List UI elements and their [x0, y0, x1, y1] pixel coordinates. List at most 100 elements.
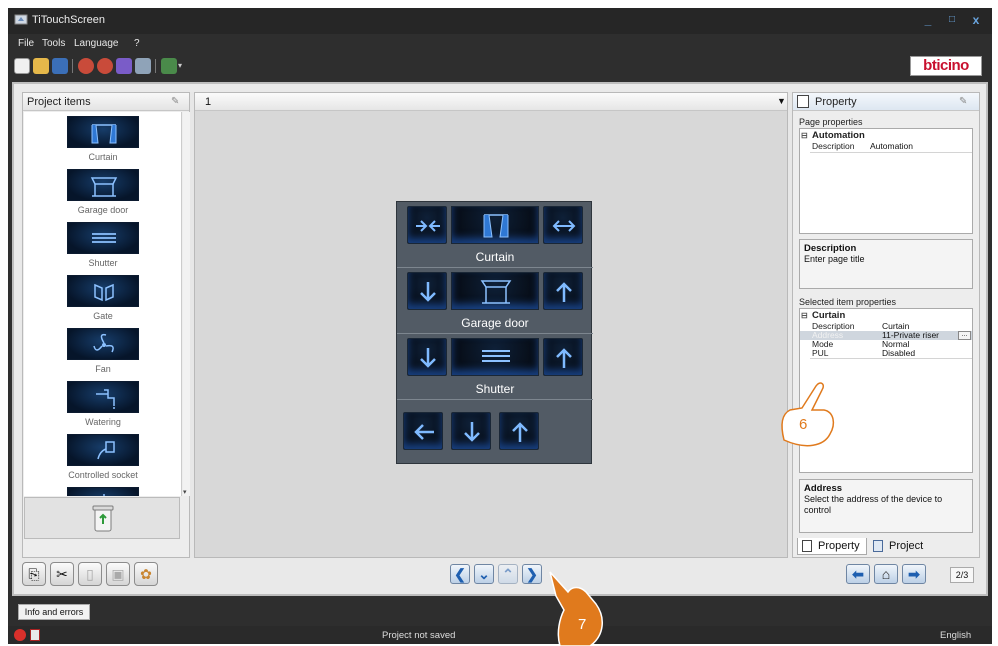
tools-icon[interactable]	[116, 58, 132, 74]
device-up-button[interactable]	[499, 412, 539, 450]
page-number: 1	[205, 96, 212, 108]
tab-label: Property	[818, 540, 860, 552]
warning-icon[interactable]	[30, 629, 40, 641]
menu-help[interactable]: ?	[134, 38, 140, 49]
shutter-down-button[interactable]	[407, 338, 447, 376]
palette-button[interactable]: ✿	[134, 562, 158, 586]
chevron-left-icon: ❮	[454, 566, 466, 582]
garage-up-button[interactable]	[543, 272, 583, 310]
grid-icon[interactable]	[161, 58, 177, 74]
page-canvas: 1 ▼ Curtain Garage door Shutter	[194, 92, 788, 558]
project-items-list: Curtain Garage door Shutter Gate Fan Wat…	[24, 112, 182, 496]
device-row-garage-door: Garage door	[397, 268, 593, 334]
property-title: Property	[815, 96, 857, 108]
device-icon[interactable]	[135, 58, 151, 74]
list-item-gate[interactable]: Gate	[24, 275, 181, 328]
next-page-button[interactable]: ➡	[902, 564, 926, 584]
tab-property[interactable]: Property	[797, 538, 867, 555]
list-item-fan[interactable]: Fan	[24, 328, 181, 381]
chevron-down-icon: ⌄	[478, 566, 490, 582]
move-up-button[interactable]: ⌃	[498, 564, 518, 584]
collapse-icon[interactable]: ⊟	[801, 130, 808, 141]
menu-tools[interactable]: Tools	[42, 38, 65, 49]
property-row[interactable]: PUL Disabled	[800, 349, 972, 358]
transfer-icon[interactable]	[78, 58, 94, 74]
watering-icon	[67, 381, 139, 413]
list-item-partial[interactable]	[24, 487, 181, 496]
shutter-up-button[interactable]	[543, 338, 583, 376]
property-group[interactable]: ⊟ Automation	[800, 130, 972, 141]
error-icon[interactable]	[14, 629, 26, 641]
page-indicator: 2/3	[950, 567, 974, 583]
pin-icon[interactable]: ✎	[171, 96, 179, 107]
property-group[interactable]: ⊟ Curtain	[800, 310, 972, 321]
arrow-down-icon	[420, 282, 436, 302]
main-area: Project items ✎ Curtain Garage door Shut…	[12, 82, 988, 596]
tab-project[interactable]: Project	[869, 538, 929, 555]
receive-icon[interactable]	[97, 58, 113, 74]
status-bar: Project not saved English	[8, 626, 992, 644]
chevron-down-icon[interactable]: ▾	[178, 61, 186, 77]
collapse-icon[interactable]: ⊟	[801, 310, 808, 321]
chevron-down-icon[interactable]: ▼	[777, 96, 786, 106]
property-row[interactable]: Description Automation	[800, 142, 972, 151]
menu-language[interactable]: Language	[74, 38, 119, 49]
device-back-button[interactable]	[403, 412, 443, 450]
trash-icon	[92, 505, 114, 532]
move-right-button[interactable]: ❯	[522, 564, 542, 584]
copy-button[interactable]: ⎘	[22, 562, 46, 586]
list-item-watering[interactable]: Watering	[24, 381, 181, 434]
minimize-button[interactable]: _	[918, 12, 938, 28]
curtain-open-button[interactable]	[543, 206, 583, 244]
arrow-right-icon: ➡	[908, 566, 920, 582]
duplicate-button[interactable]: ▣	[106, 562, 130, 586]
maximize-button[interactable]: □	[942, 12, 962, 28]
list-item-curtain[interactable]: Curtain	[24, 116, 181, 169]
page-selector[interactable]: 1 ▼	[195, 93, 787, 111]
list-scrollbar[interactable]: ▾	[183, 112, 190, 496]
property-value: Disabled	[882, 348, 916, 358]
scroll-down-icon[interactable]: ▾	[183, 488, 187, 496]
list-item-controlled-socket[interactable]: Controlled socket	[24, 434, 181, 487]
property-header: Property ✎	[793, 93, 979, 111]
grid-divider	[810, 358, 972, 359]
property-value: Automation	[870, 141, 913, 151]
bottom-toolbar: ⎘ ✂ ▯ ▣ ✿ ❮ ⌄ ⌃ ❯ ⬅ ⌂ ➡ 2/3	[22, 562, 980, 592]
group-label: Curtain	[812, 310, 846, 321]
close-button[interactable]: x	[966, 12, 986, 28]
move-down-button[interactable]: ⌄	[474, 564, 494, 584]
project-items-header: Project items ✎	[23, 93, 189, 111]
device-down-button[interactable]	[451, 412, 491, 450]
device-row-shutter: Shutter	[397, 334, 593, 400]
arrow-left-icon: ⬅	[852, 566, 864, 582]
browse-button[interactable]: ...	[958, 331, 971, 340]
arrow-up-icon	[512, 422, 528, 442]
page-description-box: Description Enter page title	[799, 239, 973, 289]
tab-label: Project	[889, 540, 924, 552]
app-window: TiTouchScreen _ □ x File Tools Language …	[8, 8, 992, 644]
paste-button[interactable]: ▯	[78, 562, 102, 586]
info-errors-tab[interactable]: Info and errors	[18, 604, 90, 620]
home-button[interactable]: ⌂	[874, 564, 898, 584]
open-folder-icon[interactable]	[33, 58, 49, 74]
palette-icon: ✿	[140, 566, 152, 582]
save-icon[interactable]	[52, 58, 68, 74]
new-file-icon[interactable]	[14, 58, 30, 74]
garage-down-button[interactable]	[407, 272, 447, 310]
curtain-center-icon	[451, 206, 539, 244]
home-icon: ⌂	[881, 566, 891, 582]
move-left-button[interactable]: ❮	[450, 564, 470, 584]
list-item-shutter[interactable]: Shutter	[24, 222, 181, 275]
project-icon	[873, 540, 883, 552]
project-items-title: Project items	[27, 96, 91, 108]
cut-button[interactable]: ✂	[50, 562, 74, 586]
pin-icon[interactable]: ✎	[959, 96, 967, 107]
menu-file[interactable]: File	[18, 38, 34, 49]
address-text: Select the address of the device to cont…	[804, 494, 943, 515]
description-text: Enter page title	[804, 254, 865, 264]
list-item-garage-door[interactable]: Garage door	[24, 169, 181, 222]
prev-page-button[interactable]: ⬅	[846, 564, 870, 584]
curtain-close-button[interactable]	[407, 206, 447, 244]
device-preview: Curtain Garage door Shutter	[396, 201, 593, 464]
trash-area[interactable]	[24, 497, 180, 539]
